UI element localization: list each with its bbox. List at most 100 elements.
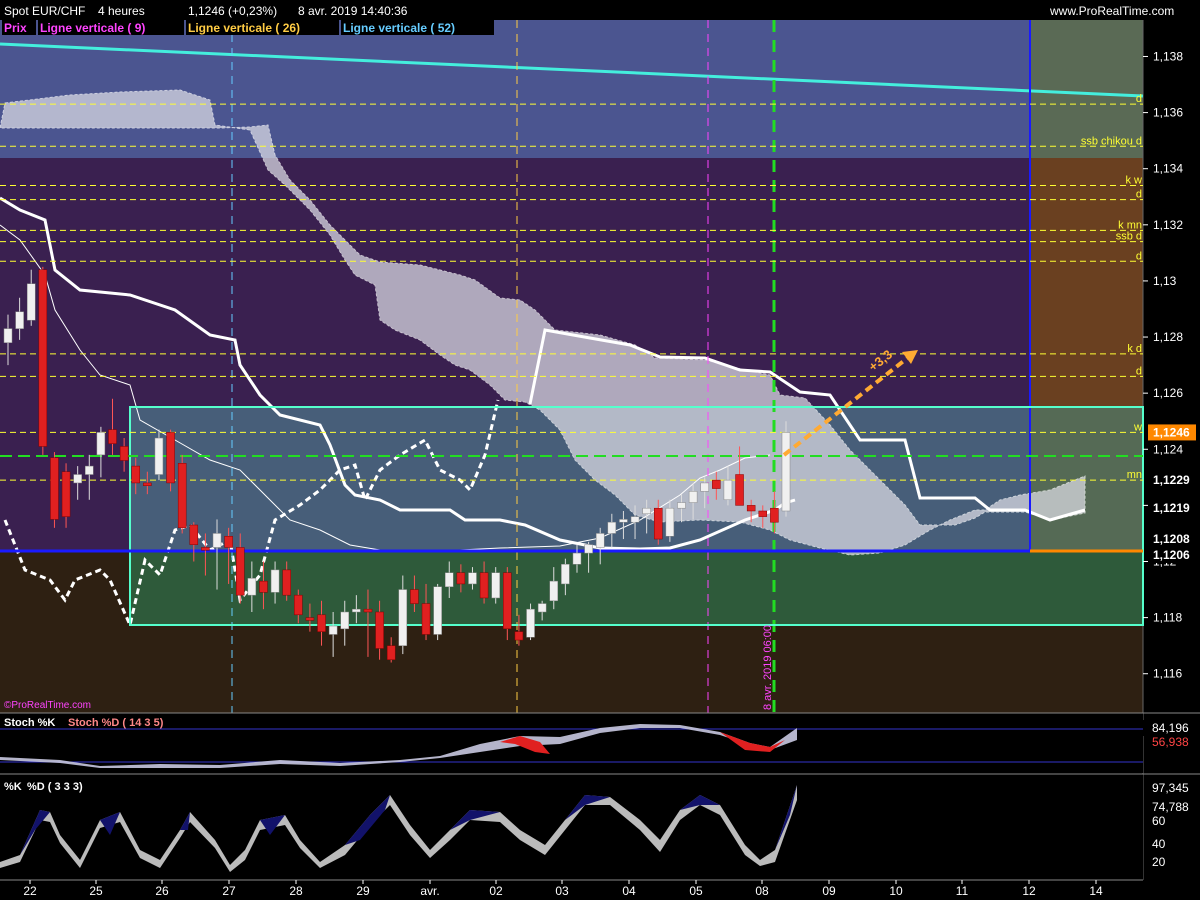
level-label: w (1133, 421, 1142, 433)
legend-item: Ligne verticale ( 26) (188, 21, 300, 35)
candle-body (712, 479, 721, 489)
kd-d-label: %D ( 3 3 3) (27, 781, 83, 793)
candle-body (595, 533, 605, 548)
last-price: 1,1246 (+0,23%) (188, 4, 277, 18)
instrument: Spot EUR/CHF (4, 4, 85, 18)
candle-body (781, 432, 791, 512)
vline-date-label: 8 avr. 2019 06:00 (762, 625, 774, 710)
candle-body (456, 572, 466, 585)
time-tick-label: 26 (155, 884, 169, 898)
level-label: mn (1127, 469, 1142, 481)
candle-body (50, 457, 59, 520)
kd-k-label: %K (4, 781, 22, 793)
time-tick-label: 09 (822, 884, 836, 898)
candle-body (421, 603, 431, 635)
price-tick-label: 1,134 (1153, 162, 1183, 176)
kd-d-value: 74,788 (1152, 800, 1189, 814)
time-tick-label: 08 (755, 884, 769, 898)
time-tick-label: 28 (289, 884, 303, 898)
candle-body (607, 521, 617, 534)
time-tick-label: 25 (89, 884, 103, 898)
level-label: k d (1127, 343, 1142, 355)
candle-body (235, 547, 245, 596)
time-tick-label: 22 (23, 884, 37, 898)
candle-body (3, 328, 13, 343)
candle-body (433, 586, 442, 635)
candle-body (398, 589, 408, 646)
level-label: d (1136, 189, 1142, 201)
stoch-d-label: Stoch %D ( 14 3 5) (68, 717, 164, 729)
candle-body (375, 611, 384, 649)
level-label: ssb chikou d (1081, 135, 1142, 147)
price-highlight: 1,1206 (1153, 548, 1190, 562)
time-tick-label: 11 (956, 884, 969, 898)
candle-body (143, 482, 152, 486)
candle-body (758, 510, 768, 517)
candle-body (468, 572, 477, 585)
candle-body (410, 589, 419, 604)
candle-body (259, 580, 268, 593)
price-tick-label: 1,136 (1153, 106, 1183, 120)
candle-body (282, 569, 291, 596)
candle-body (770, 507, 779, 523)
candle-body (328, 625, 338, 635)
candle-body (584, 544, 593, 554)
price-tick-label: 1,132 (1153, 218, 1183, 232)
candle-body (212, 533, 222, 548)
level-label: k w (1126, 175, 1143, 187)
candle-body (386, 645, 396, 660)
candle-body (166, 432, 175, 484)
candle-body (746, 505, 756, 512)
candle-body (619, 519, 628, 523)
datetime: 8 avr. 2019 14:40:36 (298, 4, 408, 18)
candle-body (305, 617, 315, 621)
candle-body (514, 631, 524, 641)
candle-body (677, 502, 686, 509)
kd-panel: %K %D ( 3 3 3) 97,345 74,788 60 40 20 (0, 773, 1200, 880)
candle-body (688, 491, 698, 503)
candle-body (561, 564, 570, 585)
candle-body (700, 482, 709, 492)
time-tick-label: 29 (356, 884, 370, 898)
candle-body (15, 311, 24, 329)
candle-body (247, 578, 257, 596)
candle-body (549, 580, 559, 602)
candle-body (61, 471, 71, 517)
candle-body (363, 608, 373, 613)
price-tick-label: 1,128 (1153, 330, 1183, 344)
timeframe: 4 heures (98, 4, 145, 18)
price-tick-label: 1,126 (1153, 386, 1183, 400)
price-highlight: 1,1229 (1153, 473, 1190, 487)
candle-body (654, 507, 663, 540)
price-tick-label: 1,13 (1153, 274, 1177, 288)
candle-body (735, 474, 744, 506)
kd-tick-20: 20 (1152, 855, 1166, 869)
time-tick-label: 04 (622, 884, 636, 898)
stoch-k-value: 84,196 (1152, 721, 1189, 735)
time-tick-label: 27 (222, 884, 236, 898)
candle-body (189, 524, 199, 545)
price-tick-label: 1,124 (1153, 442, 1183, 456)
candle-body (224, 535, 233, 548)
candle-body (503, 572, 512, 630)
candle-body (630, 516, 640, 523)
site: www.ProRealTime.com (1049, 4, 1174, 18)
time-tick-label: 12 (1022, 884, 1036, 898)
candle-body (177, 463, 187, 529)
level-label: ssb d (1116, 231, 1142, 243)
candle-body (154, 437, 164, 475)
candle-body (317, 614, 326, 632)
candle-body (526, 608, 535, 638)
ichimoku-chart: dssb chikou dk wdk mnssb ddk ddwmn +3,3 … (0, 0, 1200, 900)
candle-body (352, 608, 361, 613)
price-highlight: 1,1246 (1153, 425, 1190, 439)
time-tick-label: 02 (489, 884, 503, 898)
level-label: d (1136, 250, 1142, 262)
legend-item: Ligne verticale ( 52) (343, 21, 455, 35)
price-highlight: 1,1208 (1153, 532, 1190, 546)
candle-body (270, 569, 280, 593)
watermark: ©ProRealTime.com (4, 700, 91, 711)
candle-body (96, 432, 106, 456)
price-axis: 1,138 1,136 1,134 1,132 1,13 1,128 1,126 1,124 1… (1143, 49, 1183, 681)
stoch-d-value: 56,938 (1152, 735, 1189, 749)
